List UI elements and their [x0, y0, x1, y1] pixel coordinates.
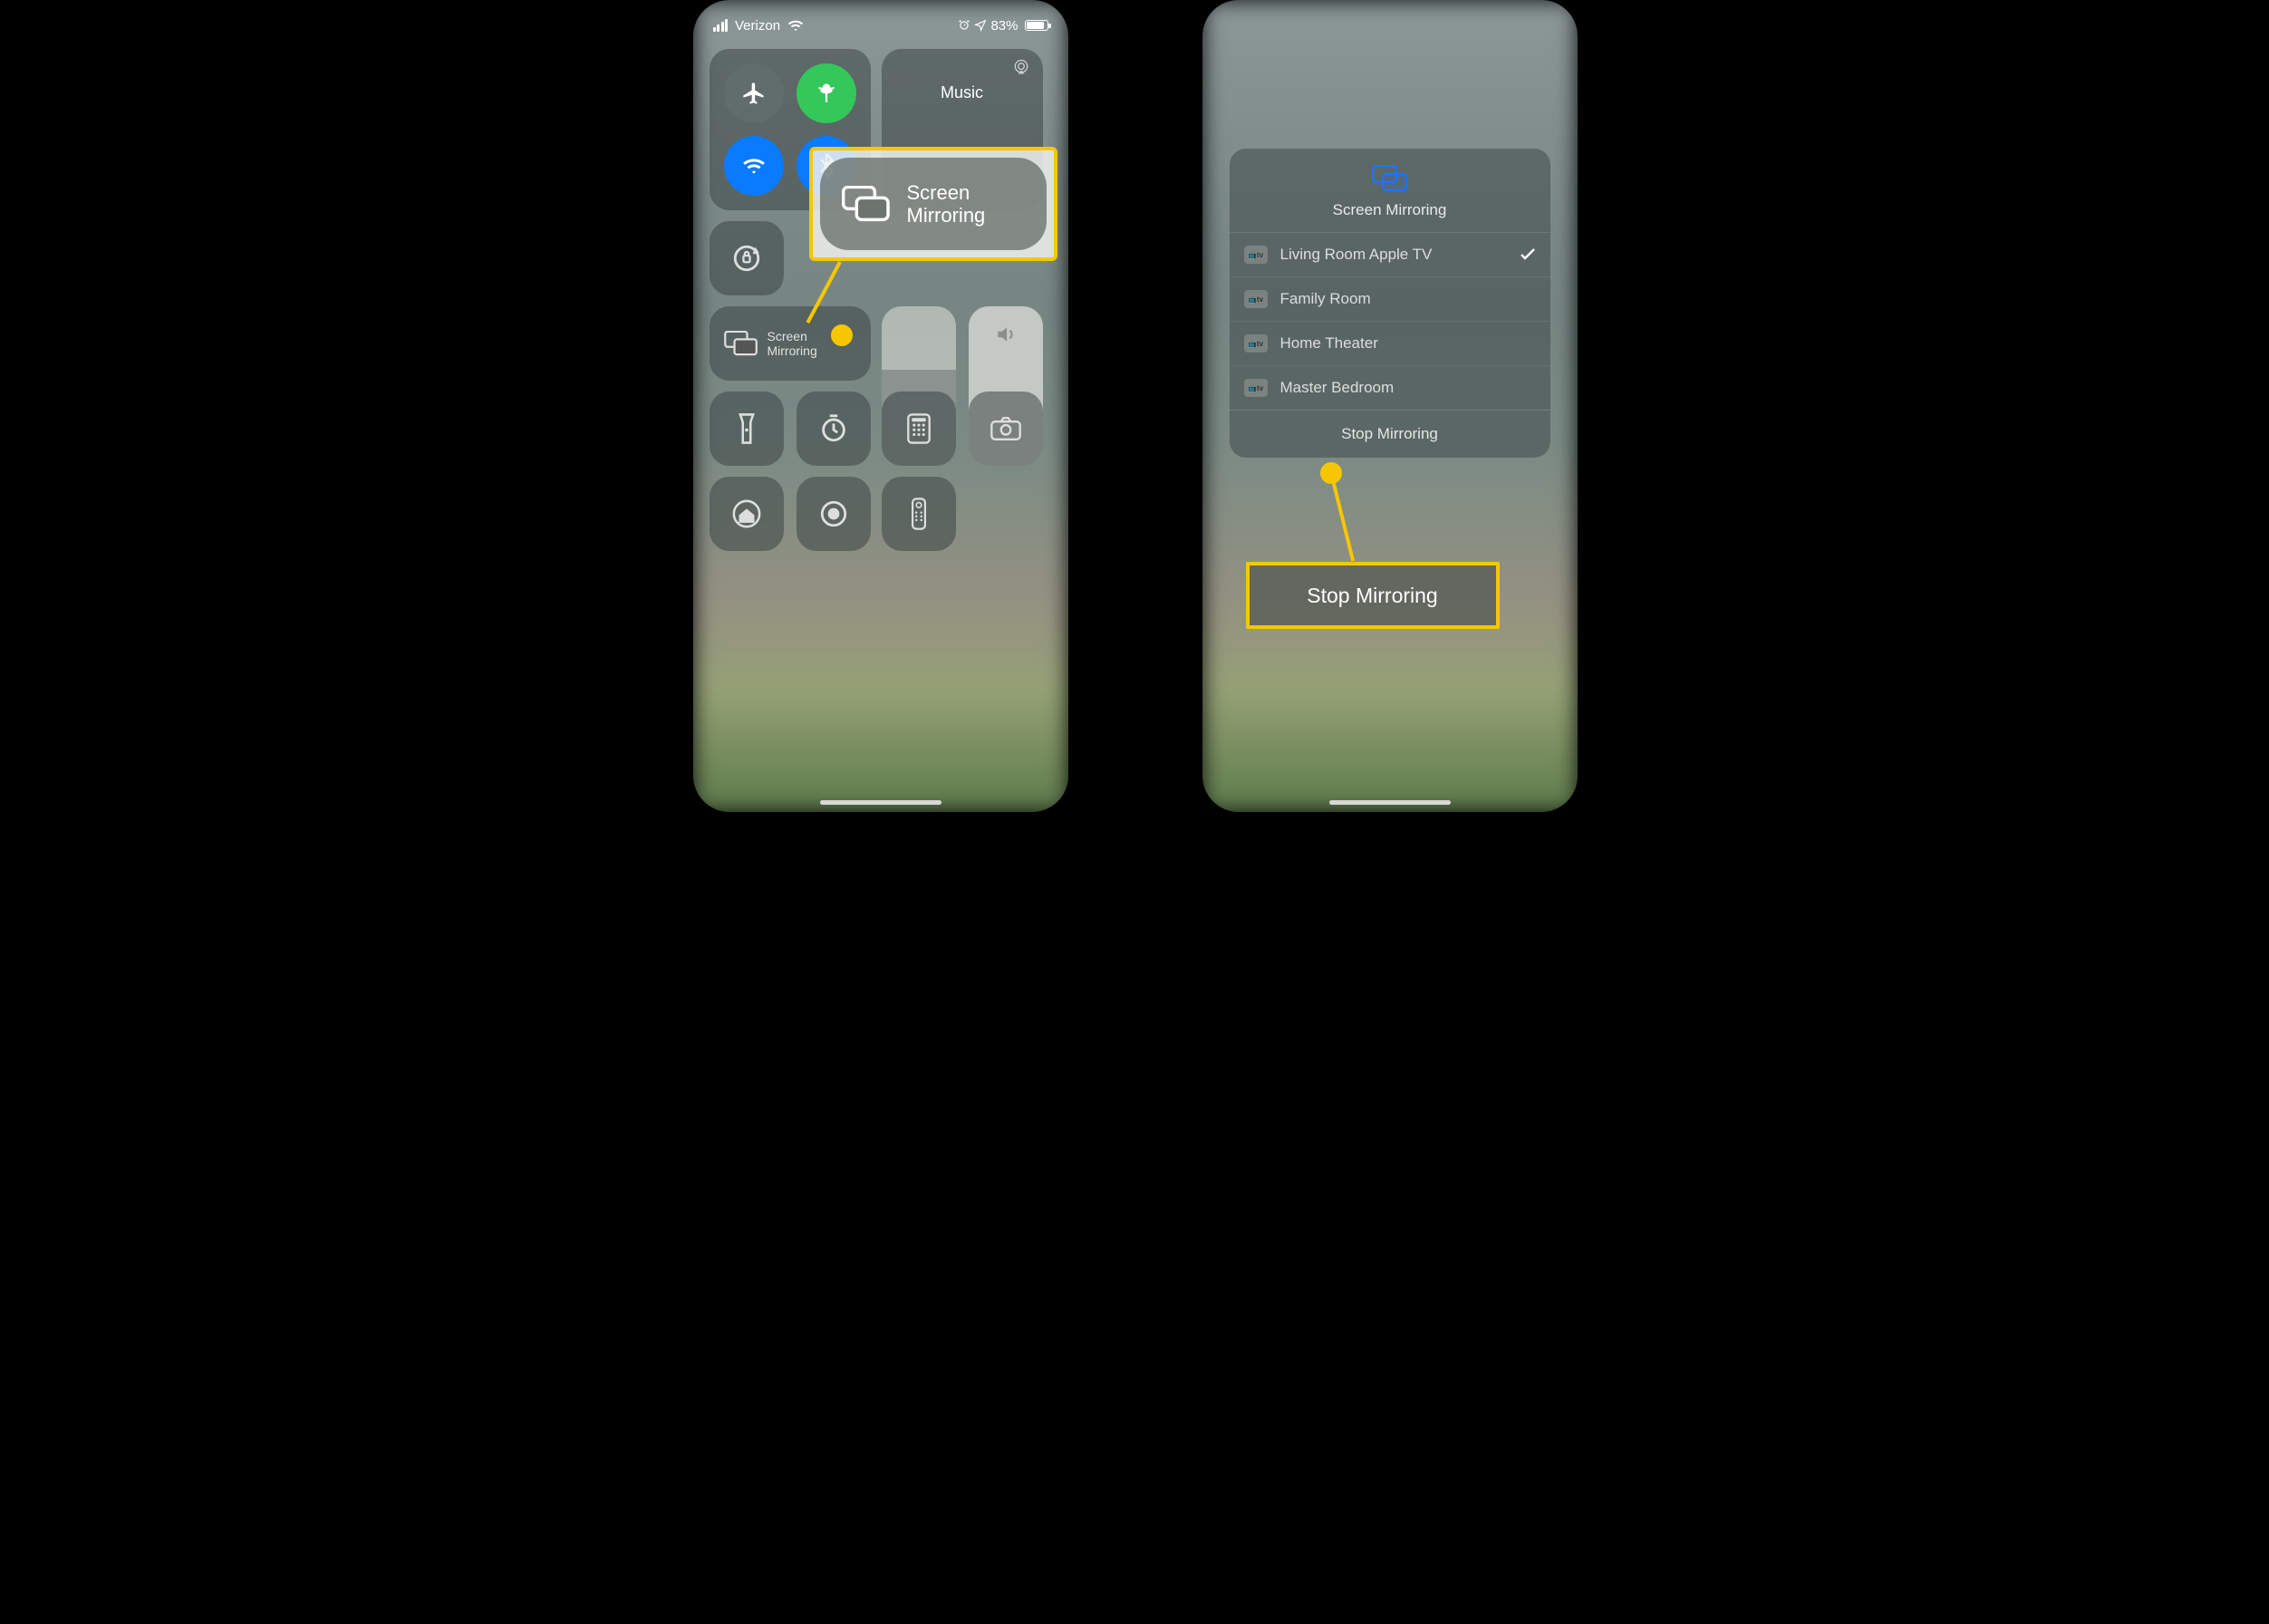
- device-row[interactable]: 📺tv Family Room: [1230, 277, 1550, 322]
- status-right: 83%: [958, 18, 1048, 34]
- screen-mirroring-icon: [842, 186, 891, 222]
- status-bar: Verizon 83%: [693, 13, 1068, 38]
- callout-stop-mirroring-label: Stop Mirroring: [1307, 584, 1437, 608]
- device-name: Home Theater: [1280, 334, 1536, 353]
- device-row[interactable]: 📺tv Home Theater: [1230, 322, 1550, 366]
- apple-tv-icon: 📺tv: [1244, 334, 1268, 353]
- battery-fill: [1027, 22, 1045, 29]
- checkmark-icon: [1520, 248, 1536, 261]
- device-name: Living Room Apple TV: [1280, 246, 1507, 264]
- volume-icon: [969, 323, 1043, 346]
- home-indicator[interactable]: [820, 800, 941, 805]
- calculator-button[interactable]: [882, 392, 956, 466]
- device-name: Master Bedroom: [1280, 379, 1536, 397]
- device-name: Family Room: [1280, 290, 1536, 308]
- airplay-icon: [1012, 58, 1030, 76]
- callout-screen-mirroring-inner: Screen Mirroring: [820, 158, 1047, 250]
- apple-tv-icon: 📺tv: [1244, 246, 1268, 264]
- callout-screen-mirroring-label: Screen Mirroring: [907, 181, 986, 227]
- screen-mirroring-icon: [724, 331, 758, 356]
- wifi-toggle[interactable]: [724, 136, 784, 196]
- stop-mirroring-button[interactable]: Stop Mirroring: [1230, 410, 1550, 458]
- screen-record-toggle[interactable]: [797, 477, 871, 551]
- phone-control-center: Verizon 83%: [693, 0, 1068, 812]
- carrier-label: Verizon: [735, 18, 780, 34]
- stop-mirroring-label: Stop Mirroring: [1341, 425, 1438, 442]
- location-icon: [974, 19, 987, 32]
- wifi-icon: [787, 19, 804, 32]
- battery-icon: [1025, 20, 1048, 31]
- battery-pct: 83%: [990, 18, 1018, 34]
- screen-mirroring-icon: [1372, 165, 1408, 192]
- status-left: Verizon: [713, 18, 805, 34]
- device-row[interactable]: 📺tv Living Room Apple TV: [1230, 233, 1550, 277]
- screen-mirroring-sheet: Screen Mirroring 📺tv Living Room Apple T…: [1230, 149, 1550, 458]
- alarm-icon: [958, 19, 970, 32]
- callout-stop-mirroring: Stop Mirroring: [1246, 562, 1500, 629]
- apple-tv-remote-button[interactable]: [882, 477, 956, 551]
- phone-mirroring-sheet: Screen Mirroring 📺tv Living Room Apple T…: [1202, 0, 1578, 812]
- now-playing-label: Music: [882, 83, 1043, 102]
- cellular-data-toggle[interactable]: [797, 63, 856, 123]
- camera-button[interactable]: [969, 392, 1043, 466]
- flashlight-toggle[interactable]: [710, 392, 784, 466]
- device-row[interactable]: 📺tv Master Bedroom: [1230, 366, 1550, 410]
- timer-button[interactable]: [797, 392, 871, 466]
- airplane-mode-toggle[interactable]: [724, 63, 784, 123]
- apple-tv-icon: 📺tv: [1244, 379, 1268, 397]
- orientation-lock-toggle[interactable]: [710, 221, 784, 295]
- screen-mirroring-sheet-header: Screen Mirroring: [1230, 149, 1550, 233]
- callout-screen-mirroring: Screen Mirroring: [809, 147, 1057, 261]
- apple-tv-icon: 📺tv: [1244, 290, 1268, 308]
- callout-leader-dot: [831, 324, 853, 346]
- screen-mirroring-sheet-title: Screen Mirroring: [1333, 201, 1447, 219]
- signal-icon: [713, 19, 729, 32]
- device-list: 📺tv Living Room Apple TV 📺tv Family Room…: [1230, 233, 1550, 410]
- screen-mirroring-label: Screen Mirroring: [768, 329, 817, 358]
- home-button[interactable]: [710, 477, 784, 551]
- home-indicator[interactable]: [1329, 800, 1451, 805]
- tutorial-stage: Verizon 83%: [550, 0, 1720, 812]
